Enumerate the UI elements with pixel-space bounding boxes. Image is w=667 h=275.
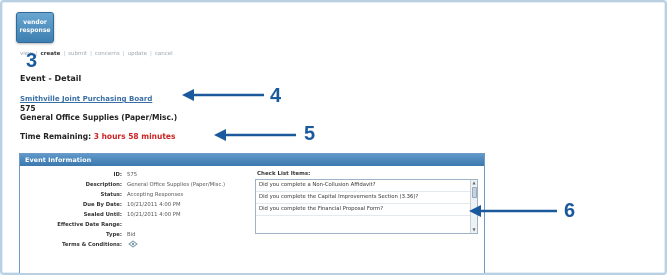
info-label: Sealed Until: [83,212,122,218]
scroll-down-icon[interactable]: ▼ [471,227,477,233]
info-row-status: Status: Accepting Responses [20,190,250,200]
callout-3: 3 [26,50,38,72]
panel-title: Event Information [20,154,484,166]
page-title: Event - Detail [20,74,82,83]
info-label: Terms & Conditions: [61,242,122,248]
nav-separator: | [63,51,66,57]
info-label: ID: [113,172,123,178]
callout-4: 4 [270,85,282,107]
info-row-effective-date-range: Effective Date Range: [20,220,250,230]
vendor-button-line2: response [19,27,51,34]
info-row-description: Description: General Office Supplies (Pa… [20,180,250,190]
checklist-item[interactable]: Did you complete the Capital Improvement… [256,192,477,204]
info-label: Effective Date Range: [57,222,122,228]
nav-submit[interactable]: submit [68,51,87,57]
info-row-sealed-until: Sealed Until: 10/21/2011 4:00 PM [20,210,250,220]
organization-link[interactable]: Smithville Joint Purchasing Board [20,95,152,103]
checklist-box[interactable]: Did you complete a Non-Collusion Affidav… [255,179,478,234]
info-label: Type: [106,232,122,238]
info-row-terms: Terms & Conditions: [20,240,250,250]
info-value: Bid [127,232,136,238]
nav-separator: | [122,51,125,57]
event-information-panel: Event Information ID: 575 Description: G… [19,153,485,273]
vendor-button-line1: vendor [23,19,47,26]
scroll-up-icon[interactable]: ▲ [471,180,477,186]
nav-separator: | [90,51,92,57]
info-row-due-date: Due By Date: 10/21/2011 4:00 PM [20,200,250,210]
nav-cancel[interactable]: cancel [155,51,173,57]
checklist-item[interactable]: Did you complete the Financial Proposal … [256,204,477,216]
event-id: 575 [20,104,36,113]
nav-separator: | [149,51,152,57]
info-value: 575 [127,172,138,178]
time-remaining-label: Time Remaining: [20,132,92,141]
event-name: General Office Supplies (Paper/Misc.) [20,113,178,122]
info-row-id: ID: 575 [20,170,250,180]
info-label: Description: [85,182,122,188]
page-frame: vendor response view | create | submit |… [0,0,667,275]
info-value: 10/21/2011 4:00 PM [127,212,181,218]
event-info-rows: ID: 575 Description: General Office Supp… [20,170,250,250]
info-value: General Office Supplies (Paper/Misc.) [127,182,226,188]
attachment-icon[interactable] [127,240,139,250]
scroll-thumb[interactable] [472,187,477,198]
time-remaining: Time Remaining: 3 hours 58 minutes [20,132,175,141]
checklist-label: Check List Items: [257,171,311,177]
action-nav: view | create | submit | concerns | upda… [20,49,173,59]
checklist-item[interactable]: Did you complete a Non-Collusion Affidav… [256,180,477,192]
vendor-response-button[interactable]: vendor response [16,12,54,43]
time-remaining-value: 3 hours 58 minutes [93,132,176,141]
info-value: 10/21/2011 4:00 PM [127,202,181,208]
nav-concerns[interactable]: concerns [95,51,120,57]
nav-update[interactable]: update [128,51,147,57]
callout-5: 5 [304,123,316,145]
nav-create[interactable]: create [41,51,61,57]
info-label: Status: [100,192,123,198]
callout-arrow-5 [214,129,296,141]
info-row-type: Type: Bid [20,230,250,240]
callout-6: 6 [564,200,576,222]
callout-arrow-4 [182,89,264,101]
info-value: Accepting Responses [127,192,184,198]
info-label: Due By Date: [82,202,122,208]
callout-arrow-6 [469,205,557,217]
